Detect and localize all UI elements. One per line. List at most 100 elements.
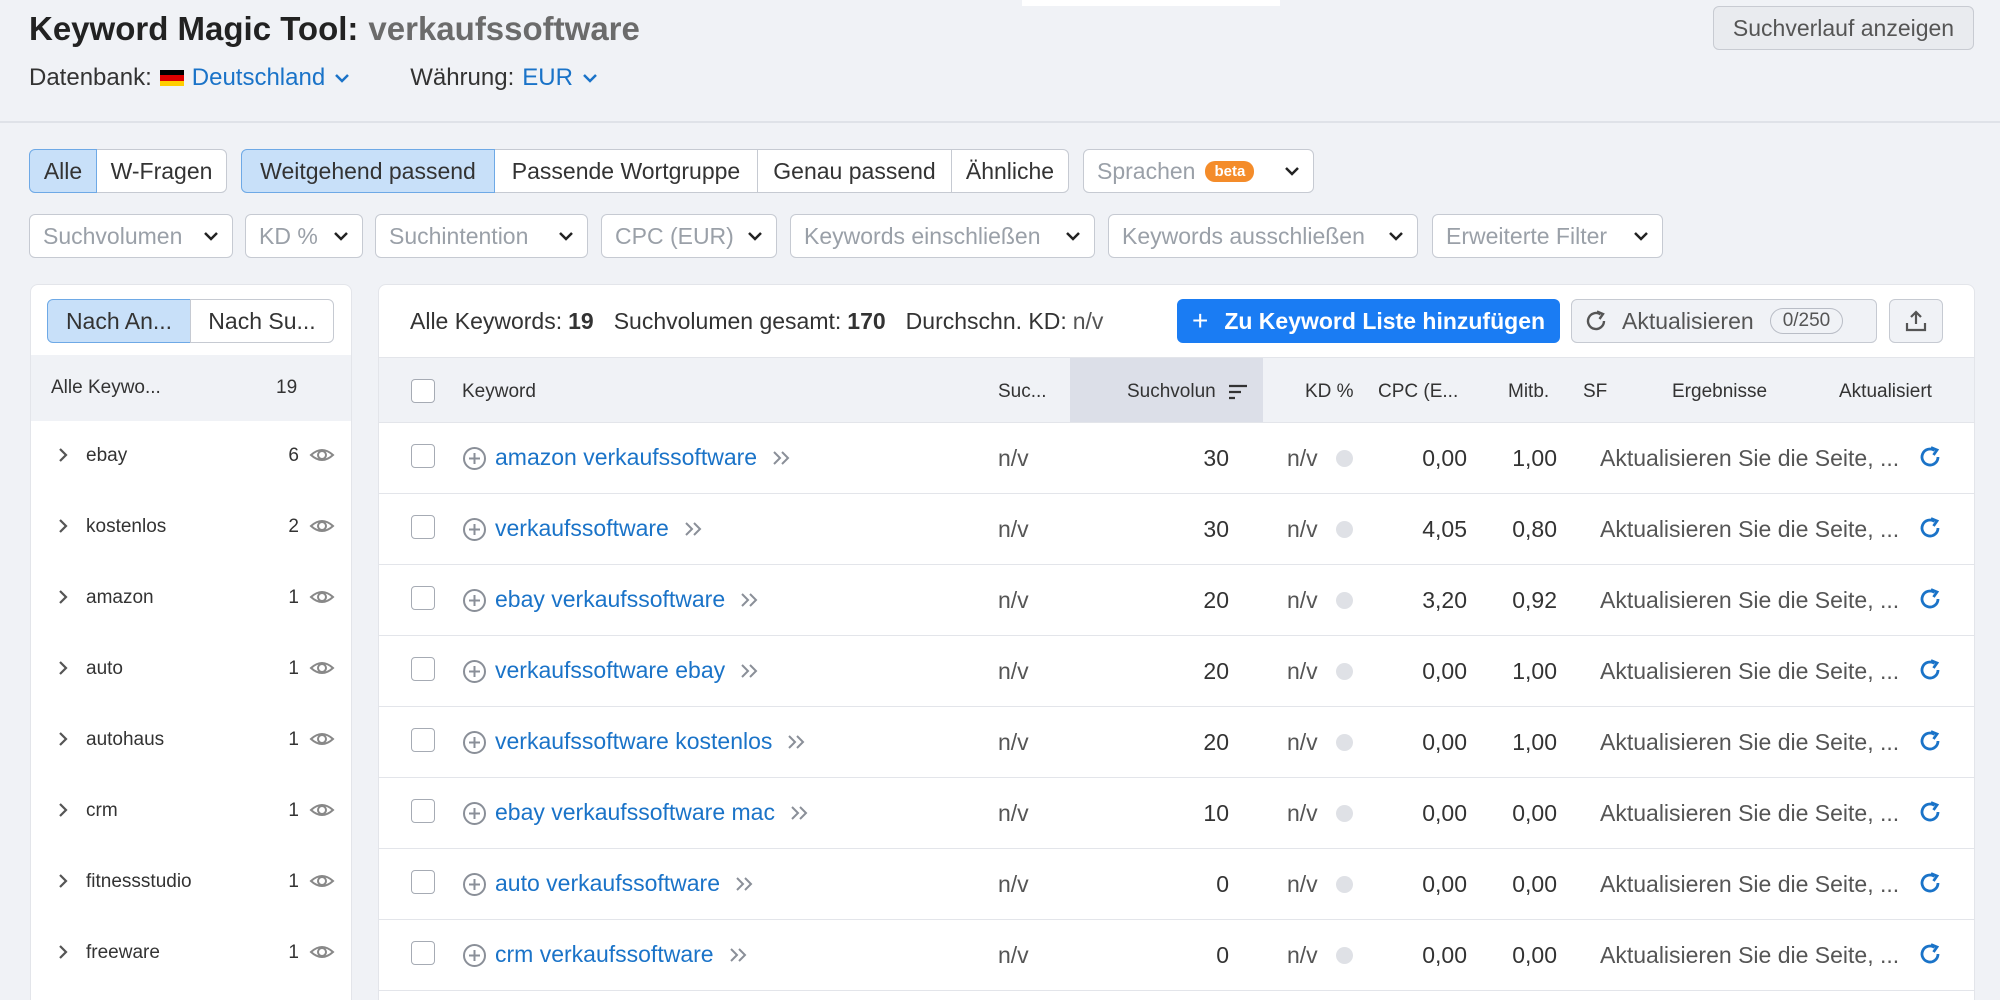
header-kd[interactable]: KD % bbox=[1305, 381, 1354, 403]
sidebar-group-item[interactable]: crm 1 bbox=[31, 776, 351, 847]
header-keyword[interactable]: Keyword bbox=[462, 381, 536, 403]
row-checkbox[interactable] bbox=[411, 799, 435, 823]
double-chevron-icon[interactable] bbox=[786, 733, 808, 751]
row-checkbox[interactable] bbox=[411, 444, 435, 468]
languages-dropdown[interactable]: Sprachen beta bbox=[1083, 149, 1314, 193]
eye-icon[interactable] bbox=[309, 872, 335, 890]
tab-exact-match[interactable]: Genau passend bbox=[757, 149, 952, 193]
sidebar-group-item[interactable]: amazon 1 bbox=[31, 563, 351, 634]
database-select[interactable]: Deutschland bbox=[192, 64, 350, 92]
include-keywords-filter[interactable]: Keywords einschließen bbox=[790, 214, 1095, 258]
chevron-right-icon[interactable] bbox=[57, 659, 69, 677]
eye-icon[interactable] bbox=[309, 446, 335, 464]
advanced-filters[interactable]: Erweiterte Filter bbox=[1432, 214, 1663, 258]
refresh-icon[interactable] bbox=[1918, 871, 1942, 895]
currency-select[interactable]: EUR bbox=[522, 64, 598, 92]
row-checkbox[interactable] bbox=[411, 586, 435, 610]
volume-cell: 10 bbox=[1203, 800, 1229, 826]
row-checkbox[interactable] bbox=[411, 941, 435, 965]
intent-filter[interactable]: Suchintention bbox=[375, 214, 588, 258]
tab-related[interactable]: Ähnliche bbox=[951, 149, 1069, 193]
refresh-icon[interactable] bbox=[1918, 587, 1942, 611]
double-chevron-icon[interactable] bbox=[739, 662, 761, 680]
refresh-icon[interactable] bbox=[1918, 942, 1942, 966]
add-circle-icon[interactable] bbox=[462, 446, 487, 471]
keyword-link[interactable]: verkaufssoftware kostenlos bbox=[495, 728, 808, 755]
header-cpc[interactable]: CPC (E... bbox=[1378, 381, 1458, 403]
header-serp-features[interactable]: SF bbox=[1583, 381, 1607, 403]
sidebar-group-item[interactable]: auto 1 bbox=[31, 634, 351, 705]
add-circle-icon[interactable] bbox=[462, 588, 487, 613]
eye-icon[interactable] bbox=[309, 588, 335, 606]
export-button[interactable] bbox=[1889, 299, 1943, 343]
refresh-icon[interactable] bbox=[1918, 516, 1942, 540]
add-circle-icon[interactable] bbox=[462, 801, 487, 826]
history-button[interactable]: Suchverlauf anzeigen bbox=[1713, 6, 1974, 50]
tab-phrase-match[interactable]: Passende Wortgruppe bbox=[494, 149, 758, 193]
eye-icon[interactable] bbox=[309, 659, 335, 677]
all-keywords-group[interactable]: Alle Keywo... 19 bbox=[31, 355, 351, 421]
sidebar-group-item[interactable]: ebay 6 bbox=[31, 421, 351, 492]
double-chevron-icon[interactable] bbox=[739, 591, 761, 609]
exclude-keywords-filter[interactable]: Keywords ausschließen bbox=[1108, 214, 1418, 258]
sidebar-group-item[interactable]: autohaus 1 bbox=[31, 705, 351, 776]
double-chevron-icon[interactable] bbox=[728, 946, 750, 964]
double-chevron-icon[interactable] bbox=[771, 449, 793, 467]
chevron-right-icon[interactable] bbox=[57, 872, 69, 890]
kd-indicator-dot bbox=[1336, 947, 1353, 964]
chevron-right-icon[interactable] bbox=[57, 943, 69, 961]
chevron-right-icon[interactable] bbox=[57, 801, 69, 819]
header-updated[interactable]: Aktualisiert bbox=[1839, 381, 1932, 403]
row-checkbox[interactable] bbox=[411, 657, 435, 681]
eye-icon[interactable] bbox=[309, 517, 335, 535]
double-chevron-icon[interactable] bbox=[683, 520, 705, 538]
add-circle-icon[interactable] bbox=[462, 872, 487, 897]
sidebar-group-item[interactable]: kostenlos 2 bbox=[31, 492, 351, 563]
select-all-checkbox[interactable] bbox=[411, 379, 435, 403]
add-circle-icon[interactable] bbox=[462, 659, 487, 684]
chevron-right-icon[interactable] bbox=[57, 517, 69, 535]
refresh-button[interactable]: Aktualisieren 0/250 bbox=[1571, 299, 1877, 343]
double-chevron-icon[interactable] bbox=[734, 875, 756, 893]
keyword-link[interactable]: ebay verkaufssoftware bbox=[495, 586, 761, 613]
tab-by-number[interactable]: Nach An... bbox=[47, 299, 191, 343]
volume-filter[interactable]: Suchvolumen bbox=[29, 214, 233, 258]
header-results[interactable]: Ergebnisse bbox=[1672, 381, 1767, 403]
header-competition[interactable]: Mitb. bbox=[1508, 381, 1549, 403]
keyword-link[interactable]: verkaufssoftware bbox=[495, 515, 705, 542]
add-circle-icon[interactable] bbox=[462, 730, 487, 755]
chevron-right-icon[interactable] bbox=[57, 446, 69, 464]
header-intent[interactable]: Suc... bbox=[998, 381, 1047, 403]
header-volume[interactable]: Suchvolun bbox=[1127, 381, 1216, 403]
tab-broad-match[interactable]: Weitgehend passend bbox=[241, 149, 495, 193]
tab-all[interactable]: Alle bbox=[29, 149, 97, 193]
add-to-keyword-list-button[interactable]: + Zu Keyword Liste hinzufügen bbox=[1177, 299, 1560, 343]
chevron-right-icon[interactable] bbox=[57, 730, 69, 748]
keyword-link[interactable]: ebay verkaufssoftware mac bbox=[495, 799, 811, 826]
keyword-link[interactable]: crm verkaufssoftware bbox=[495, 941, 750, 968]
chevron-right-icon[interactable] bbox=[57, 588, 69, 606]
eye-icon[interactable] bbox=[309, 730, 335, 748]
row-checkbox[interactable] bbox=[411, 870, 435, 894]
sidebar-group-item[interactable]: fitnessstudio 1 bbox=[31, 847, 351, 918]
refresh-icon[interactable] bbox=[1918, 445, 1942, 469]
keyword-link[interactable]: amazon verkaufssoftware bbox=[495, 444, 793, 471]
tab-w-questions[interactable]: W-Fragen bbox=[96, 149, 227, 193]
tab-by-volume[interactable]: Nach Su... bbox=[190, 299, 334, 343]
refresh-icon[interactable] bbox=[1918, 729, 1942, 753]
sidebar-group-item[interactable]: freeware 1 bbox=[31, 918, 351, 989]
keyword-link[interactable]: auto verkaufssoftware bbox=[495, 870, 756, 897]
double-chevron-icon[interactable] bbox=[789, 804, 811, 822]
add-circle-icon[interactable] bbox=[462, 517, 487, 542]
keyword-link[interactable]: verkaufssoftware ebay bbox=[495, 657, 761, 684]
currency-value: EUR bbox=[522, 64, 573, 91]
row-checkbox[interactable] bbox=[411, 515, 435, 539]
row-checkbox[interactable] bbox=[411, 728, 435, 752]
eye-icon[interactable] bbox=[309, 801, 335, 819]
refresh-icon[interactable] bbox=[1918, 658, 1942, 682]
kd-filter[interactable]: KD % bbox=[245, 214, 363, 258]
refresh-icon[interactable] bbox=[1918, 800, 1942, 824]
add-circle-icon[interactable] bbox=[462, 943, 487, 968]
cpc-filter[interactable]: CPC (EUR) bbox=[601, 214, 777, 258]
eye-icon[interactable] bbox=[309, 943, 335, 961]
